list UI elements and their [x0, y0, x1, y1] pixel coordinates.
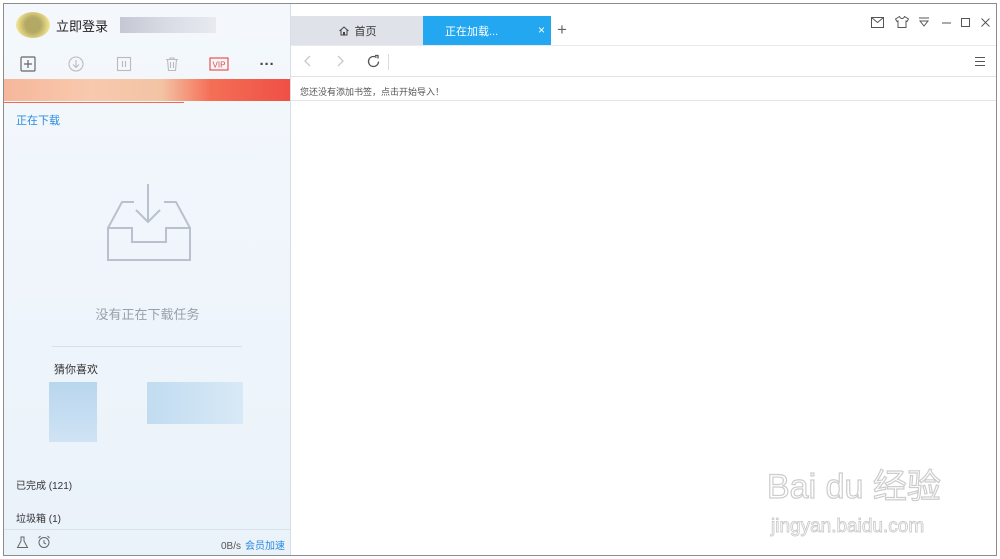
new-task-icon[interactable]: [18, 54, 38, 74]
ad-banner[interactable]: [4, 79, 290, 103]
forward-icon[interactable]: [331, 52, 349, 70]
svg-text:VIP: VIP: [213, 61, 226, 70]
empty-tray-icon: [104, 180, 194, 269]
empty-state-text: 没有正在下载任务: [95, 307, 200, 322]
speed-value: 0B/s: [220, 541, 241, 552]
refresh-icon[interactable]: [364, 52, 382, 70]
recommend-title: 猜你喜欢: [54, 364, 98, 376]
bookmark-bar: 您还没有添加书签，点击开始导入！: [291, 77, 996, 101]
alarm-icon[interactable]: [37, 535, 51, 552]
download-sidebar: 立即登录 VIP ··· 正在下载 没有正在下载任务 猜你喜欢 已完成 (121…: [4, 4, 291, 555]
tab-close-icon[interactable]: ×: [538, 23, 545, 37]
maximize-icon[interactable]: [957, 14, 973, 30]
minimize-icon[interactable]: [938, 14, 954, 30]
avatar[interactable]: [16, 12, 50, 38]
menu-icon[interactable]: [971, 52, 989, 70]
download-toolbar: VIP ···: [4, 50, 290, 78]
mail-icon[interactable]: [869, 14, 885, 30]
start-icon[interactable]: [66, 54, 86, 74]
menu-down-icon[interactable]: [916, 14, 932, 30]
trash-item[interactable]: 垃圾箱 (1): [16, 510, 61, 525]
login-area[interactable]: 立即登录: [16, 11, 217, 39]
tab-home[interactable]: 首页: [291, 16, 423, 45]
divider: [52, 346, 242, 347]
tab-bar: 首页 正在加载... × +: [291, 4, 996, 45]
vip-icon[interactable]: VIP: [208, 54, 230, 74]
baidu-watermark: Bai du 经验 jingyan.baidu.com: [765, 452, 995, 542]
delete-icon[interactable]: [162, 54, 182, 74]
downloading-link[interactable]: 正在下载: [16, 112, 60, 128]
navigation-bar: [291, 45, 996, 77]
back-icon[interactable]: [299, 52, 317, 70]
home-icon: [338, 25, 349, 35]
completed-item[interactable]: 已完成 (121): [16, 477, 72, 492]
blurred-username: [120, 17, 217, 33]
svg-text:Bai du 经验: Bai du 经验: [767, 468, 941, 506]
sidebar-footer: 0B/s 会员加速: [4, 529, 290, 555]
bookmark-import-hint[interactable]: 您还没有添加书签，点击开始导入！: [300, 87, 444, 97]
tab-loading[interactable]: 正在加载... ×: [423, 16, 551, 45]
tab-label: 首页: [354, 25, 377, 38]
login-link[interactable]: 立即登录: [56, 16, 108, 35]
new-tab-button[interactable]: +: [557, 20, 567, 40]
tab-label: 正在加载...: [445, 25, 499, 38]
speed-status: 0B/s 会员加速: [221, 537, 285, 552]
recommend-item[interactable]: [49, 382, 97, 442]
svg-text:jingyan.baidu.com: jingyan.baidu.com: [770, 516, 924, 537]
close-icon[interactable]: [977, 14, 993, 30]
lab-icon[interactable]: [16, 536, 29, 552]
pause-icon[interactable]: [114, 54, 134, 74]
vip-boost-link[interactable]: 会员加速: [245, 541, 285, 552]
more-icon[interactable]: ···: [257, 54, 277, 74]
recommend-item[interactable]: [147, 382, 243, 424]
skin-icon[interactable]: [894, 14, 910, 30]
address-bar[interactable]: [388, 54, 389, 70]
